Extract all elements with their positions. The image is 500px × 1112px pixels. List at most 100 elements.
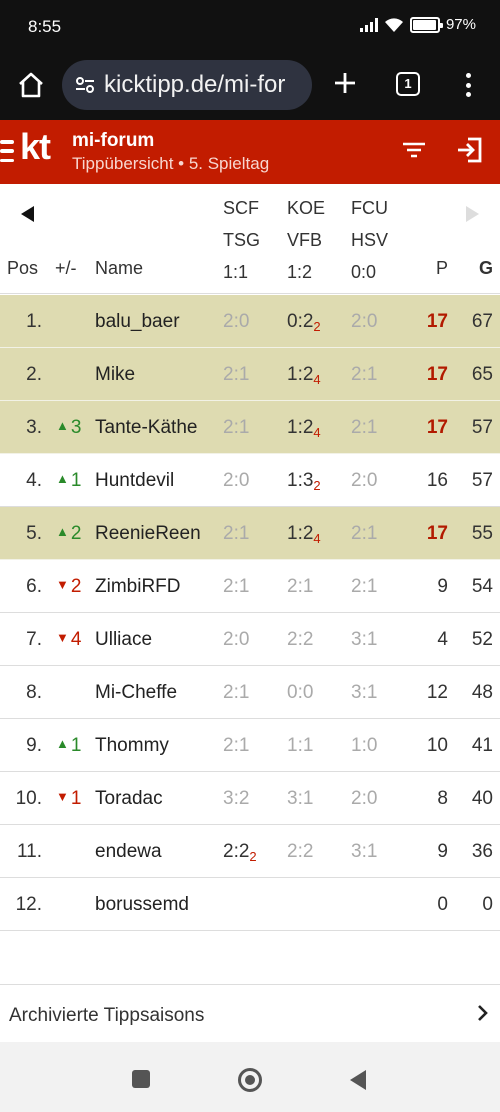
row-change: ▼ 4 xyxy=(56,629,81,651)
tip-score: 2:1 xyxy=(223,576,250,597)
column-total: G xyxy=(479,258,494,278)
table-row[interactable]: 1. balu_baer 2:0 0:22 2:0 17 67 xyxy=(0,295,500,348)
site-settings-icon[interactable] xyxy=(74,74,96,96)
row-total: 57 xyxy=(471,470,493,491)
arrow-up-icon: ▲ xyxy=(56,471,69,486)
table-row[interactable]: 5. ▲ 2 ReenieReen 2:1 1:24 2:1 17 55 xyxy=(0,507,500,560)
table-row[interactable]: 8. Mi-Cheffe 2:1 0:0 3:1 12 48 xyxy=(0,666,500,719)
row-tip: 3:2 xyxy=(223,788,249,810)
row-player-name[interactable]: Ulliace xyxy=(95,629,152,651)
tip-score: 2:1 xyxy=(223,735,250,756)
row-change: ▼ 2 xyxy=(56,576,81,598)
new-tab-icon[interactable] xyxy=(330,68,360,98)
row-tip: 2:1 xyxy=(223,682,249,704)
row-total: 57 xyxy=(471,417,493,438)
arrow-down-icon: ▼ xyxy=(56,630,69,645)
logout-icon[interactable] xyxy=(454,134,486,166)
match-1-header[interactable]: SCF TSG 1:1 xyxy=(223,192,260,288)
tip-score: 2:0 xyxy=(351,788,378,809)
previous-matchday-icon[interactable] xyxy=(18,204,38,224)
row-tip: 2:1 xyxy=(223,576,249,598)
match-2-header[interactable]: KOE VFB 1:2 xyxy=(287,192,325,288)
row-position: 1. xyxy=(26,311,42,332)
row-player-name[interactable]: ZimbiRFD xyxy=(95,576,181,598)
tab-switcher-button[interactable]: 1 xyxy=(396,72,420,96)
home-circle-icon[interactable] xyxy=(238,1068,262,1092)
row-position: 4. xyxy=(26,470,42,491)
arrow-down-icon: ▼ xyxy=(56,577,69,592)
back-icon[interactable] xyxy=(348,1068,368,1092)
row-tip: 0:0 xyxy=(287,682,313,704)
tip-score: 1:2 xyxy=(287,523,314,544)
row-tip: 2:0 xyxy=(351,788,377,810)
tip-score: 0:2 xyxy=(287,311,314,332)
chevron-right-icon xyxy=(478,1005,488,1021)
column-pos: Pos xyxy=(7,258,39,278)
match-result: 1:2 xyxy=(287,262,313,282)
match-away-team: HSV xyxy=(351,230,389,250)
filter-icon[interactable] xyxy=(400,136,428,164)
table-row[interactable]: 4. ▲ 1 Huntdevil 2:0 1:32 2:0 16 57 xyxy=(0,454,500,507)
table-row[interactable]: 9. ▲ 1 Thommy 2:1 1:1 1:0 10 41 xyxy=(0,719,500,772)
table-row[interactable]: 10. ▼ 1 Toradac 3:2 3:1 2:0 8 40 xyxy=(0,772,500,825)
row-player-name[interactable]: Thommy xyxy=(95,735,169,757)
row-change: ▼ 1 xyxy=(56,788,81,810)
table-row[interactable]: 11. endewa 2:22 2:2 3:1 9 36 xyxy=(0,825,500,878)
battery-fill xyxy=(412,19,437,30)
row-position: 7. xyxy=(26,629,42,650)
row-tip: 2:2 xyxy=(287,629,313,651)
table-row[interactable]: 6. ▼ 2 ZimbiRFD 2:1 2:1 2:1 9 54 xyxy=(0,560,500,613)
row-tip: 3:1 xyxy=(287,788,313,810)
recents-icon[interactable] xyxy=(132,1070,150,1088)
table-row[interactable]: 2. Mike 2:1 1:24 2:1 17 65 xyxy=(0,348,500,401)
tip-score: 1:1 xyxy=(287,735,314,756)
change-value: 1 xyxy=(70,788,82,809)
table-row[interactable]: 12. borussemd 0 0 xyxy=(0,878,500,931)
tip-score: 2:0 xyxy=(223,470,250,491)
table-row[interactable]: 3. ▲ 3 Tante-Käthe 2:1 1:24 2:1 17 57 xyxy=(0,401,500,454)
address-bar[interactable]: kicktipp.de/mi-for xyxy=(62,60,312,110)
row-player-name[interactable]: Toradac xyxy=(95,788,163,810)
row-tip: 2:1 xyxy=(351,417,377,439)
row-tip: 3:1 xyxy=(351,841,377,863)
standings-table: 1. balu_baer 2:0 0:22 2:0 17 67 2. Mike 2:1 1:24 2:… xyxy=(0,295,500,931)
row-player-name[interactable]: Huntdevil xyxy=(95,470,174,492)
tip-score: 2:0 xyxy=(223,629,250,650)
tip-score: 2:1 xyxy=(223,523,250,544)
row-player-name[interactable]: borussemd xyxy=(95,894,189,916)
group-name[interactable]: mi-forum xyxy=(72,130,154,152)
match-3-header[interactable]: FCU HSV 0:0 xyxy=(351,192,388,288)
column-change: +/- xyxy=(55,258,77,278)
kicktipp-logo[interactable]: kt xyxy=(20,126,51,168)
row-total: 41 xyxy=(471,735,493,756)
home-icon[interactable] xyxy=(16,70,46,100)
row-points: 12 xyxy=(426,682,448,703)
tip-score: 3:1 xyxy=(351,841,378,862)
row-tip: 2:1 xyxy=(287,576,313,598)
row-player-name[interactable]: Mi-Cheffe xyxy=(95,682,177,704)
row-player-name[interactable]: ReenieReen xyxy=(95,523,201,545)
page-subtitle: Tippübersicht • 5. Spieltag xyxy=(72,154,270,173)
row-player-name[interactable]: Tante-Käthe xyxy=(95,417,197,439)
browser-toolbar: kicktipp.de/mi-for 1 xyxy=(0,54,500,120)
row-position: 5. xyxy=(26,523,42,544)
arrow-down-icon: ▼ xyxy=(56,789,69,804)
battery-icon xyxy=(409,16,443,33)
more-menu-icon[interactable] xyxy=(458,70,478,100)
archive-link[interactable]: Archivierte Tippsaisons xyxy=(0,984,500,1042)
tip-score: 3:1 xyxy=(351,629,378,650)
change-value: 3 xyxy=(70,417,82,438)
row-player-name[interactable]: balu_baer xyxy=(95,311,180,333)
url-text[interactable]: kicktipp.de/mi-for xyxy=(104,71,285,99)
row-player-name[interactable]: Mike xyxy=(95,364,135,386)
tip-score: 3:1 xyxy=(287,788,314,809)
tip-score: 2:1 xyxy=(223,364,250,385)
row-tip: 1:24 xyxy=(287,417,321,440)
row-player-name[interactable]: endewa xyxy=(95,841,162,863)
hamburger-menu-icon[interactable] xyxy=(0,140,14,162)
column-points: P xyxy=(436,258,449,278)
tip-score: 3:2 xyxy=(223,788,250,809)
tip-score: 2:1 xyxy=(223,417,250,438)
tip-points: 4 xyxy=(313,372,321,387)
table-row[interactable]: 7. ▼ 4 Ulliace 2:0 2:2 3:1 4 52 xyxy=(0,613,500,666)
